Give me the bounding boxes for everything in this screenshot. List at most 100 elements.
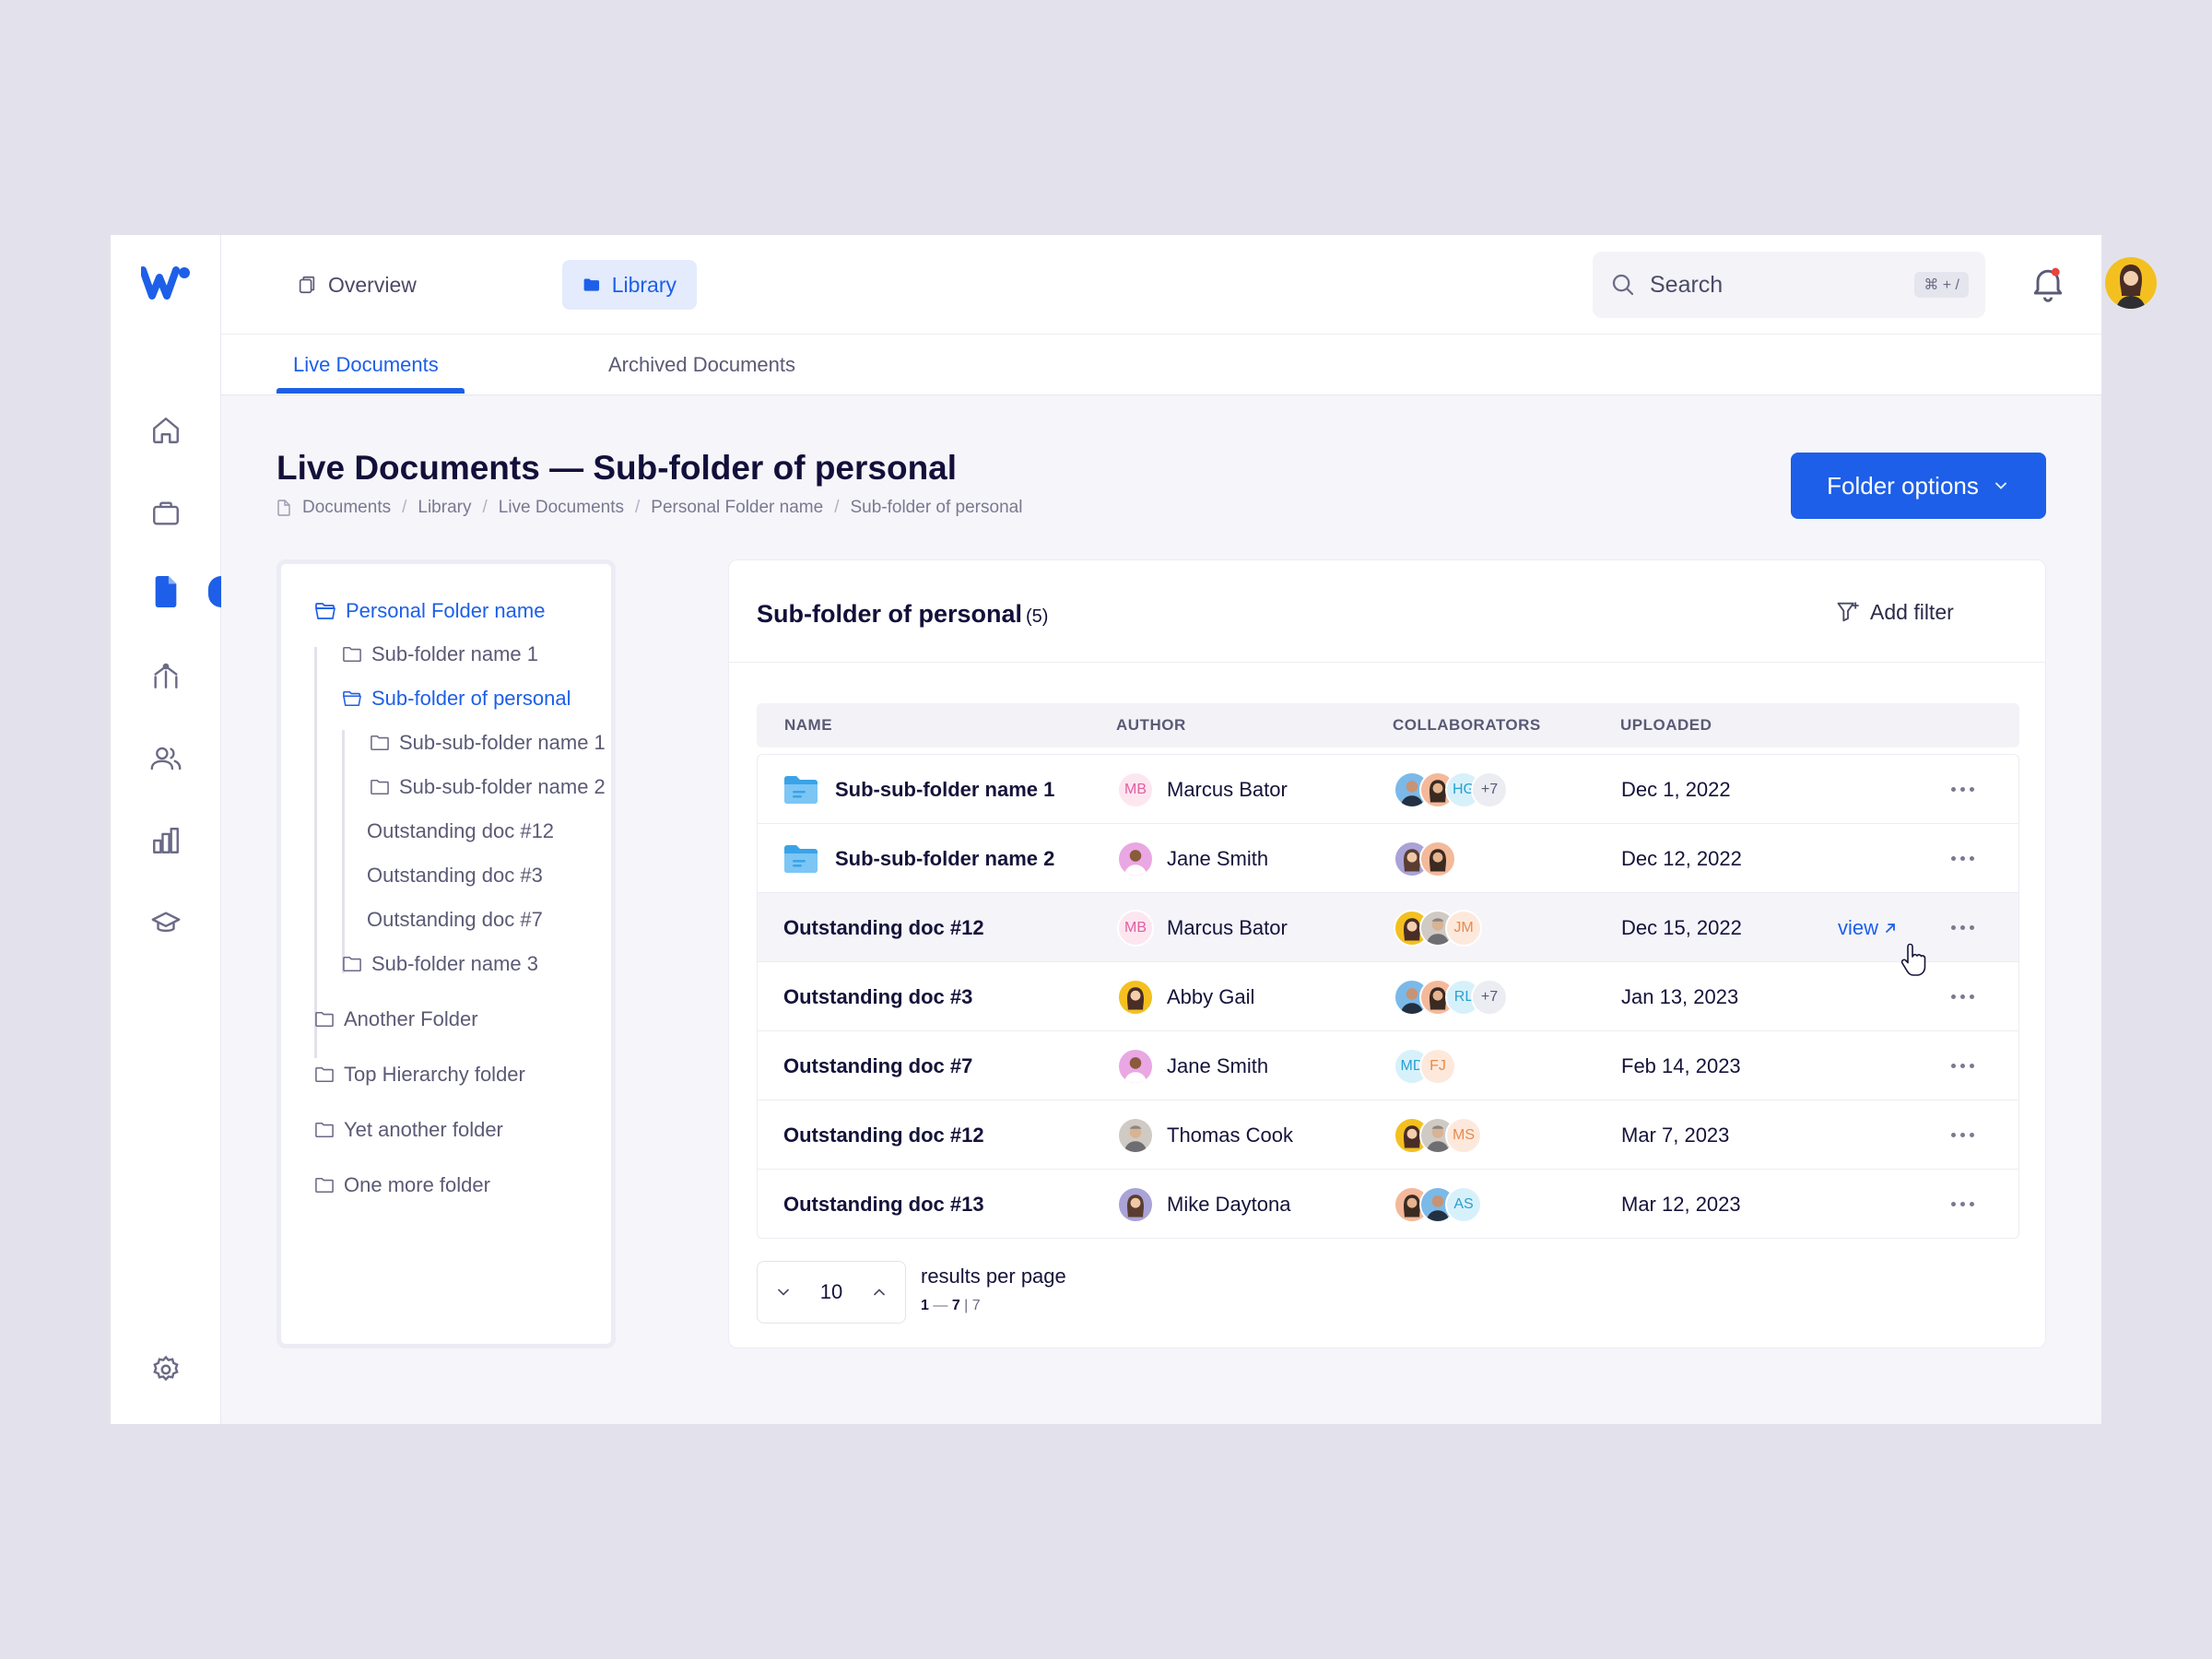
row-more-menu-icon[interactable] (1951, 824, 1974, 893)
uploaded-cell: Dec 1, 2022 (1621, 777, 1731, 801)
row-more-menu-icon[interactable] (1951, 962, 1974, 1031)
breadcrumb-item[interactable]: Library (418, 498, 471, 518)
column-header-name[interactable]: NAME (784, 703, 832, 747)
tree-item-folder[interactable]: Sub-folder name 1 (342, 642, 538, 666)
graduation-cap-icon[interactable] (148, 906, 183, 941)
tree-item-doc[interactable]: Outstanding doc #12 (367, 819, 554, 843)
table-row[interactable]: Outstanding doc #3 Abby Gail RL +7 Jan 1… (758, 962, 2018, 1031)
settings-gear-icon[interactable] (148, 1352, 183, 1387)
column-header-collaborators[interactable]: COLLABORATORS (1393, 703, 1541, 747)
table-row[interactable]: Sub-sub-folder name 2 Jane Smith Dec 12,… (758, 824, 2018, 893)
tree-item-folder[interactable]: Sub-sub-folder name 1 (370, 731, 606, 755)
bar-chart-icon[interactable] (148, 823, 183, 858)
tree-item-label: Personal Folder name (346, 599, 546, 622)
tree-item-folder[interactable]: Another Folder (314, 1007, 478, 1031)
author-avatar (1117, 1185, 1154, 1223)
row-more-menu-icon[interactable] (1951, 1031, 1974, 1100)
tab-live-documents[interactable]: Live Documents (293, 335, 439, 395)
table-row[interactable]: Outstanding doc #7 Jane Smith MD FJ Feb … (758, 1031, 2018, 1100)
range-separator: — (933, 1298, 948, 1313)
uploaded-cell: Mar 12, 2023 (1621, 1192, 1741, 1216)
document-tabs: Live Documents Archived Documents (221, 335, 2101, 395)
folder-tree-panel: Personal Folder name Sub-folder name 1 S… (276, 559, 616, 1348)
author-cell: Abby Gail (1117, 962, 1254, 1031)
briefcase-icon[interactable] (148, 496, 183, 531)
tab-archived-documents[interactable]: Archived Documents (608, 335, 795, 395)
name-cell: Outstanding doc #3 (783, 984, 973, 1008)
chevron-down-icon[interactable] (774, 1283, 793, 1301)
search-shortcut-badge: ⌘ + / (1914, 272, 1969, 298)
breadcrumb-item[interactable]: Personal Folder name (651, 498, 823, 518)
search-box[interactable]: Search ⌘ + / (1593, 252, 1985, 318)
tree-item-label: Sub-sub-folder name 1 (399, 731, 606, 754)
brand-logo-icon[interactable] (141, 265, 191, 301)
tree-item-label: One more folder (344, 1173, 490, 1196)
breadcrumb-separator: / (402, 498, 407, 517)
search-input[interactable]: Search (1650, 272, 1914, 299)
collaborator-more-badge[interactable]: +7 (1471, 771, 1508, 808)
author-name: Jane Smith (1167, 1053, 1269, 1077)
tree-item-personal-folder[interactable]: Personal Folder name (314, 599, 545, 623)
tree-item-folder[interactable]: Top Hierarchy folder (314, 1063, 525, 1087)
document-icon[interactable] (148, 574, 183, 609)
table-row-hovered[interactable]: Outstanding doc #12 MB Marcus Bator JM D… (758, 893, 2018, 962)
range-total: 7 (971, 1298, 981, 1313)
collaborators-cell: HG +7 (1394, 755, 1508, 824)
per-page-value: 10 (819, 1280, 843, 1303)
chevron-down-icon (1994, 482, 2006, 489)
name-cell: Outstanding doc #12 (783, 1123, 984, 1147)
tree-item-folder[interactable]: Yet another folder (314, 1118, 503, 1142)
tree-item-folder[interactable]: Sub-sub-folder name 2 (370, 775, 606, 799)
breadcrumb-item[interactable]: Live Documents (499, 498, 624, 518)
filter-add-icon (1837, 602, 1859, 622)
collaborators-cell: AS (1394, 1170, 1482, 1239)
tab-library[interactable]: Library (562, 260, 697, 310)
documents-table-panel: Sub-folder of personal (5) Add filter NAM… (728, 559, 2046, 1348)
table-row[interactable]: Outstanding doc #12 Thomas Cook MS Mar 7… (758, 1100, 2018, 1170)
folder-icon (315, 1122, 334, 1138)
sidebar (111, 235, 221, 1424)
folder-icon (315, 1011, 334, 1028)
active-tab-underline (276, 388, 465, 394)
uploaded-cell: Dec 15, 2022 (1621, 915, 1742, 939)
tree-item-active-folder[interactable]: Sub-folder of personal (342, 687, 571, 711)
add-filter-button[interactable]: Add filter (1835, 599, 1954, 625)
users-icon[interactable] (148, 741, 183, 776)
collaborator-initials-avatar: MS (1445, 1116, 1482, 1154)
column-header-author[interactable]: AUTHOR (1116, 703, 1186, 747)
tree-item-folder[interactable]: Sub-folder name 3 (342, 952, 538, 976)
add-filter-label: Add filter (1870, 599, 1954, 624)
folder-icon (371, 735, 389, 751)
notification-bell-icon[interactable] (2028, 263, 2068, 303)
row-name: Sub-sub-folder name 2 (835, 846, 1055, 870)
tree-item-doc[interactable]: Outstanding doc #3 (367, 864, 543, 888)
table-header: NAME AUTHOR COLLABORATORS UPLOADED (757, 703, 2019, 747)
author-cell: Jane Smith (1117, 1031, 1268, 1100)
per-page-stepper[interactable]: 10 (757, 1261, 906, 1324)
user-avatar[interactable] (2105, 257, 2157, 309)
per-page-label: results per page (921, 1265, 1066, 1288)
folder-options-button[interactable]: Folder options (1791, 453, 2046, 519)
table-row[interactable]: Outstanding doc #13 Mike Daytona AS Mar … (758, 1170, 2018, 1239)
hand-cursor-icon (1900, 943, 1926, 976)
table-row[interactable]: Sub-sub-folder name 1 MB Marcus Bator HG… (758, 755, 2018, 824)
breadcrumb-item[interactable]: Documents (302, 498, 391, 518)
arrow-up-right-icon (1886, 923, 1895, 933)
row-more-menu-icon[interactable] (1951, 1170, 1974, 1239)
row-more-menu-icon[interactable] (1951, 755, 1974, 824)
home-icon[interactable] (148, 413, 183, 448)
column-header-uploaded[interactable]: UPLOADED (1620, 703, 1712, 747)
chevron-up-icon[interactable] (870, 1283, 888, 1301)
row-more-menu-icon[interactable] (1951, 893, 1974, 962)
view-link-label: view (1838, 915, 1879, 939)
tree-item-label: Sub-sub-folder name 2 (399, 775, 606, 798)
collaborator-more-badge[interactable]: +7 (1471, 978, 1508, 1016)
name-cell: Outstanding doc #7 (783, 1053, 973, 1077)
range-end: 7 (951, 1298, 960, 1313)
tree-item-folder[interactable]: One more folder (314, 1173, 490, 1197)
tab-overview[interactable]: Overview (276, 260, 437, 310)
network-icon[interactable] (148, 658, 183, 693)
view-link[interactable]: view (1838, 893, 1897, 962)
tree-item-doc[interactable]: Outstanding doc #7 (367, 908, 543, 932)
row-more-menu-icon[interactable] (1951, 1100, 1974, 1170)
